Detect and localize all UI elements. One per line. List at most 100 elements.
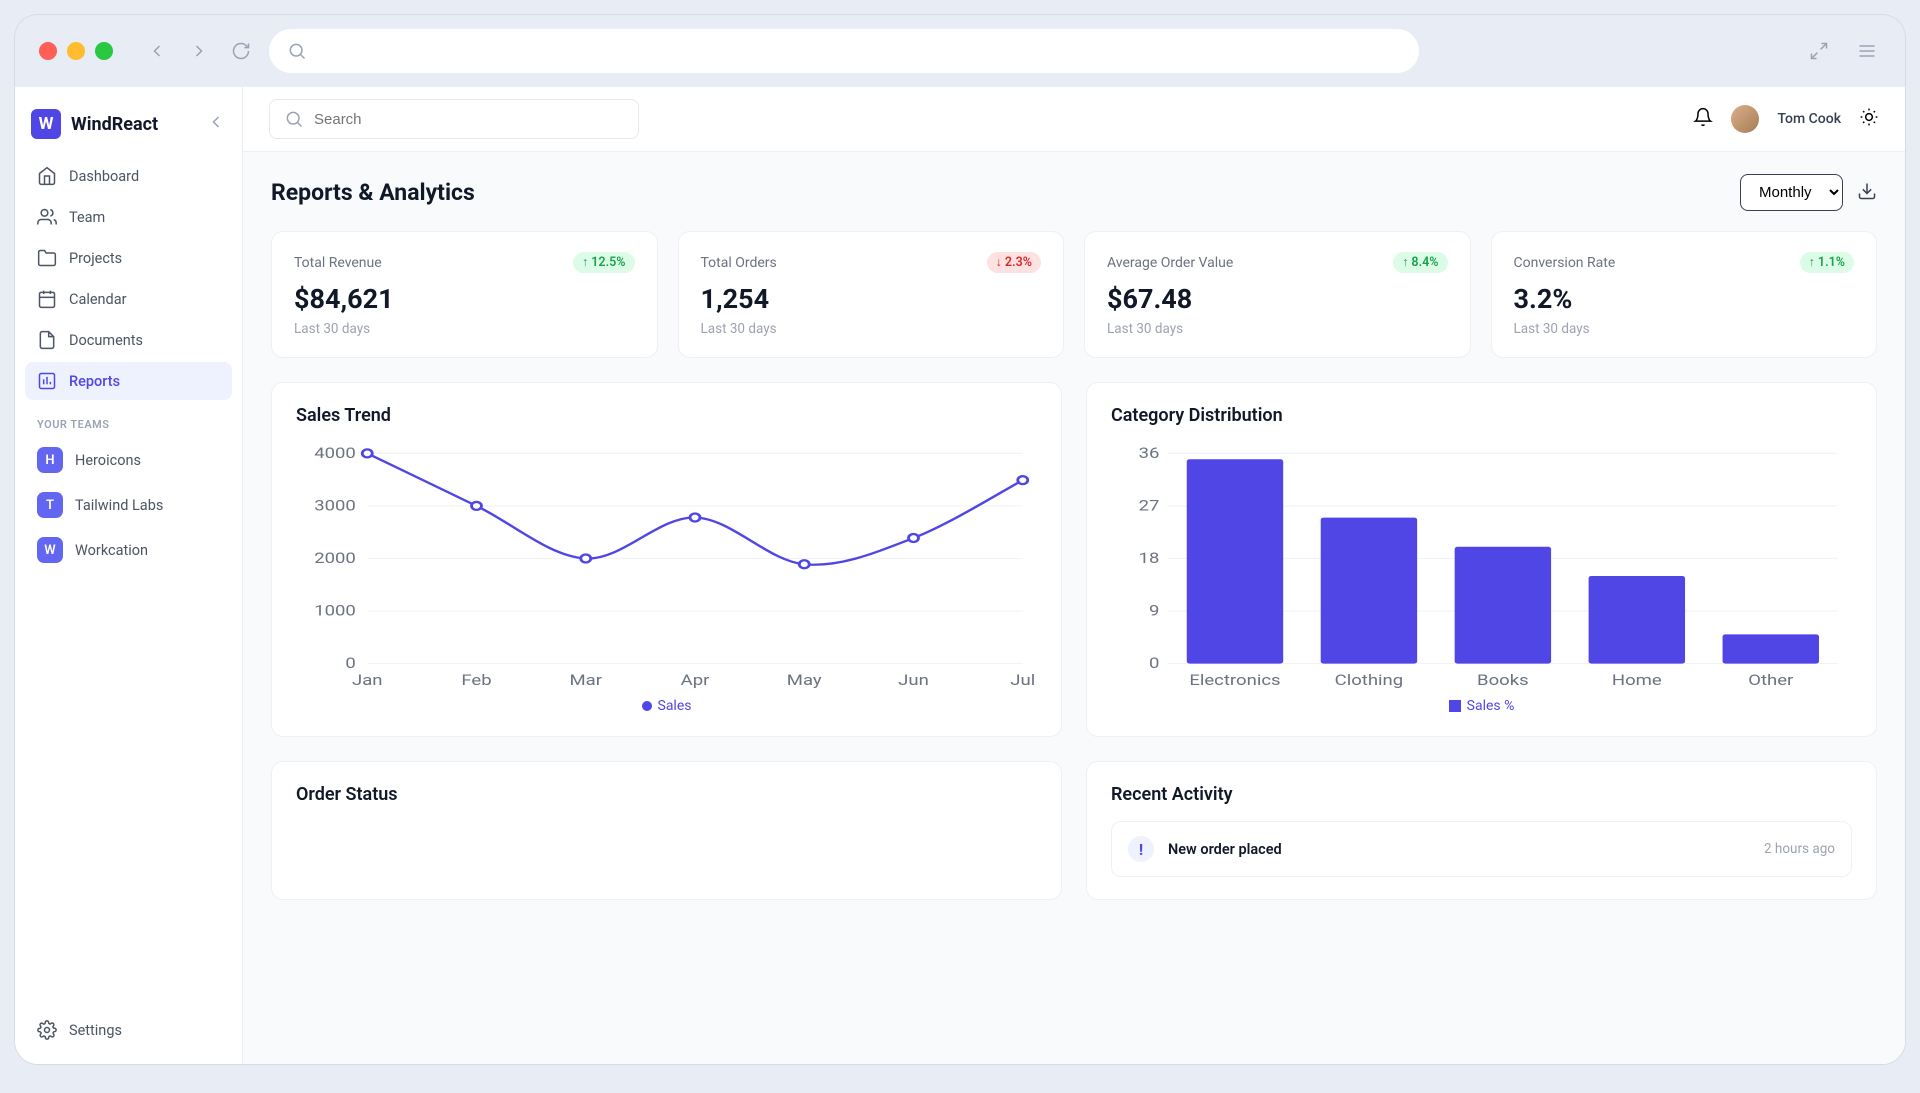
svg-text:18: 18 [1139,550,1160,568]
stat-card: Total Orders↓ 2.3%1,254Last 30 days [678,231,1065,358]
stat-grid: Total Revenue↑ 12.5%$84,621Last 30 daysT… [271,231,1877,358]
team-label: Workcation [75,542,148,559]
team-item-heroicons[interactable]: H Heroicons [25,439,232,481]
brand-name: WindReact [71,114,196,135]
team-badge: W [37,537,63,563]
team-label: Tailwind Labs [75,497,163,514]
gear-icon [37,1020,57,1040]
sidebar-item-label: Documents [69,332,143,349]
browser-menu-button[interactable] [1853,37,1881,65]
search-input[interactable] [314,111,624,128]
sidebar-item-team[interactable]: Team [25,198,232,236]
stat-badge: ↑ 8.4% [1393,252,1447,273]
svg-text:3000: 3000 [314,497,356,515]
main: Tom Cook Reports & Analytics Monthly [243,87,1905,1064]
browser-expand-button[interactable] [1805,37,1833,65]
stat-label: Total Orders [701,255,777,271]
order-status-panel: Order Status [271,761,1062,900]
sidebar: W WindReact Dashboard Team Projects Calenda… [15,87,243,1064]
sales-trend-title: Sales Trend [296,405,1037,426]
team-label: Heroicons [75,452,141,469]
window-minimize-button[interactable] [67,42,85,60]
window-close-button[interactable] [39,42,57,60]
sidebar-item-label: Dashboard [69,168,139,185]
sidebar-item-calendar[interactable]: Calendar [25,280,232,318]
brand: W WindReact [25,101,232,157]
traffic-lights [39,42,113,60]
svg-text:Feb: Feb [461,672,491,690]
activity-time: 2 hours ago [1764,841,1835,857]
search-icon [284,109,304,129]
period-select[interactable]: Monthly [1740,174,1843,211]
svg-text:May: May [787,672,822,690]
sidebar-item-reports[interactable]: Reports [25,362,232,400]
app-root: W WindReact Dashboard Team Projects Calenda… [15,87,1905,1064]
svg-text:9: 9 [1149,602,1159,620]
svg-text:1000: 1000 [314,602,356,620]
sidebar-item-dashboard[interactable]: Dashboard [25,157,232,195]
notifications-button[interactable] [1693,107,1713,131]
chart-icon [37,371,57,391]
category-dist-chart: 09182736ElectronicsClothingBooksHomeOthe… [1111,442,1852,692]
window-maximize-button[interactable] [95,42,113,60]
svg-text:0: 0 [345,655,355,673]
recent-activity-title: Recent Activity [1111,784,1852,805]
settings-label: Settings [69,1022,122,1039]
page-header: Reports & Analytics Monthly [271,174,1877,211]
sales-trend-chart: 01000200030004000JanFebMarAprMayJunJul [296,442,1037,692]
svg-text:Home: Home [1612,672,1662,690]
browser-forward-button[interactable] [185,37,213,65]
sidebar-item-label: Team [69,209,105,226]
svg-text:Apr: Apr [681,672,710,690]
svg-text:4000: 4000 [314,445,356,463]
svg-text:Clothing: Clothing [1335,672,1404,690]
stat-sub: Last 30 days [701,321,1042,337]
bell-icon [1693,107,1713,127]
order-status-title: Order Status [296,784,1037,805]
page-title: Reports & Analytics [271,179,475,206]
stat-badge: ↑ 1.1% [1800,252,1854,273]
stat-label: Average Order Value [1107,255,1233,271]
svg-text:Other: Other [1748,672,1793,690]
stat-value: 1,254 [701,283,1042,315]
team-badge: T [37,492,63,518]
svg-text:Mar: Mar [569,672,602,690]
activity-title: New order placed [1168,841,1282,858]
browser-url-bar[interactable] [269,29,1419,73]
stat-value: $67.48 [1107,283,1448,315]
sidebar-item-projects[interactable]: Projects [25,239,232,277]
svg-text:27: 27 [1139,497,1160,515]
activity-item[interactable]: ! New order placed 2 hours ago [1111,821,1852,877]
sales-trend-panel: Sales Trend 01000200030004000JanFebMarAp… [271,382,1062,737]
svg-text:Books: Books [1477,672,1529,690]
search-icon [287,41,307,61]
sidebar-collapse-button[interactable] [206,112,226,136]
theme-toggle-button[interactable] [1859,107,1879,131]
category-dist-legend: Sales % [1111,692,1852,714]
team-item-workcation[interactable]: W Workcation [25,529,232,571]
browser-frame: W WindReact Dashboard Team Projects Calenda… [14,14,1906,1065]
download-button[interactable] [1857,181,1877,205]
calendar-icon [37,289,57,309]
sidebar-item-label: Projects [69,250,122,267]
category-dist-title: Category Distribution [1111,405,1852,426]
avatar[interactable] [1731,105,1759,133]
stat-card: Total Revenue↑ 12.5%$84,621Last 30 days [271,231,658,358]
activity-icon: ! [1128,836,1154,862]
sidebar-item-documents[interactable]: Documents [25,321,232,359]
stat-badge: ↑ 12.5% [573,252,635,273]
stat-card: Average Order Value↑ 8.4%$67.48Last 30 d… [1084,231,1471,358]
content: Reports & Analytics Monthly Total Revenu… [243,152,1905,1064]
search-box[interactable] [269,99,639,139]
team-badge: H [37,447,63,473]
nav-primary: Dashboard Team Projects Calendar Documents Re… [25,157,232,400]
browser-back-button[interactable] [143,37,171,65]
stat-label: Total Revenue [294,255,382,271]
teams-heading: YOUR TEAMS [25,400,232,439]
team-item-tailwind-labs[interactable]: T Tailwind Labs [25,484,232,526]
browser-reload-button[interactable] [227,37,255,65]
folder-icon [37,248,57,268]
document-icon [37,330,57,350]
sidebar-item-settings[interactable]: Settings [25,1010,232,1050]
topbar: Tom Cook [243,87,1905,152]
